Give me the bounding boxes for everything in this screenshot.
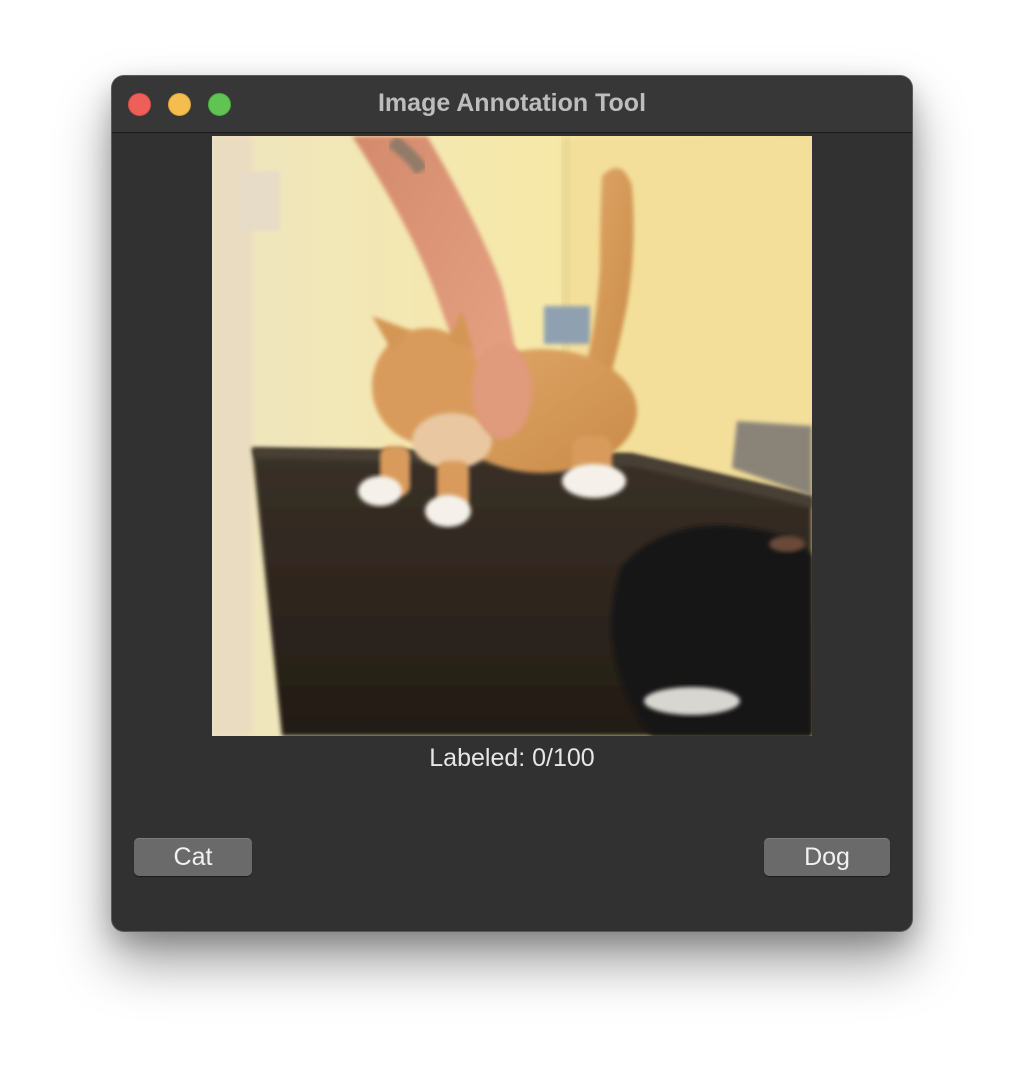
cat-button[interactable]: Cat [134, 838, 252, 876]
dog-button[interactable]: Dog [764, 838, 890, 876]
app-window: Image Annotation Tool Labeled: 0/100 Cat… [112, 76, 912, 931]
title-bar[interactable]: Image Annotation Tool [112, 76, 912, 133]
annotation-image [212, 136, 812, 736]
cat-photo [212, 136, 812, 736]
labeled-count: Labeled: 0/100 [429, 744, 595, 772]
window-title: Image Annotation Tool [377, 89, 647, 117]
